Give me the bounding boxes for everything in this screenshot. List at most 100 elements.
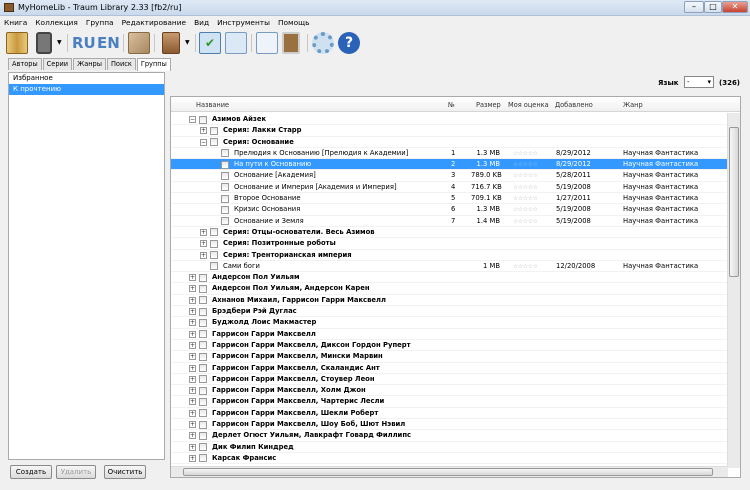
menu-view[interactable]: Вид	[190, 16, 213, 29]
author-row[interactable]: + Брэдбери Рэй Дуглас	[171, 306, 728, 318]
author-row[interactable]: + Гаррисон Гарри Максвелл, Стоувер Леон	[171, 374, 728, 386]
author-row[interactable]: + Гаррисон Гарри Максвелл	[171, 329, 728, 340]
horizontal-scroll-thumb[interactable]	[183, 468, 713, 476]
favorites-dropdown-arrow[interactable]: ▼	[185, 39, 190, 46]
menu-group[interactable]: Группа	[82, 16, 118, 29]
expand-icon[interactable]: +	[189, 375, 196, 383]
column-rating[interactable]: Моя оценка	[508, 101, 549, 109]
book-row[interactable]: Второе Основание 5 709.1 KB ☆☆☆☆☆ 1/27/2011 Н…	[171, 193, 728, 205]
row-checkbox[interactable]	[199, 284, 207, 293]
author-row[interactable]: + Гаррисон Гарри Максвелл, Шекли Роберт	[171, 408, 728, 420]
presentation-icon[interactable]	[282, 32, 300, 54]
row-checkbox[interactable]	[199, 375, 207, 384]
book-row[interactable]: Основание и Империя [Академия и Империя]…	[171, 182, 728, 194]
expand-icon[interactable]: +	[200, 127, 207, 135]
vertical-scroll-thumb[interactable]	[729, 127, 739, 277]
rating-stars-icon[interactable]: ☆☆☆☆☆	[513, 182, 538, 193]
expand-icon[interactable]: +	[189, 319, 196, 327]
row-checkbox[interactable]	[199, 364, 207, 373]
close-button[interactable]: ✕	[722, 1, 748, 13]
author-row[interactable]: + Гаррисон Гарри Максвелл, Чартерис Лесли	[171, 396, 728, 408]
author-row[interactable]: + Гаррисон Гарри Максвелл, Холм Джон	[171, 385, 728, 397]
row-checkbox[interactable]	[210, 239, 218, 248]
favorites-star-icon[interactable]	[162, 32, 180, 54]
author-row[interactable]: + Гаррисон Гарри Максвелл, Скаландис Ант	[171, 363, 728, 374]
expand-icon[interactable]: +	[200, 251, 207, 259]
collapse-icon[interactable]: −	[200, 138, 207, 146]
group-to-read[interactable]: К прочтению	[9, 84, 164, 95]
expand-icon[interactable]: +	[189, 296, 196, 304]
book-row[interactable]: Кризис Основания 6 1.3 MB ☆☆☆☆☆ 5/19/2008 Нау…	[171, 204, 728, 216]
help-icon[interactable]: ?	[338, 32, 360, 54]
menu-help[interactable]: Помощь	[274, 16, 314, 29]
expand-icon[interactable]: +	[189, 409, 196, 417]
tab-series[interactable]: Серии	[42, 58, 73, 70]
delete-group-button[interactable]: Удалить	[56, 465, 96, 479]
menu-tools[interactable]: Инструменты	[213, 16, 274, 29]
book-row[interactable]: Прелюдия к Основанию [Прелюдия к Академи…	[171, 148, 728, 160]
en-button[interactable]: EN	[97, 32, 120, 54]
author-row[interactable]: + Гаррисон Гарри Максвелл, Диксон Гордон …	[171, 340, 728, 352]
expand-icon[interactable]: +	[200, 228, 207, 236]
book-row[interactable]: Сами боги 1 MB ☆☆☆☆☆ 12/20/2008 Научная Фант…	[171, 261, 728, 273]
row-checkbox[interactable]	[199, 273, 207, 282]
rating-stars-icon[interactable]: ☆☆☆☆☆	[513, 261, 538, 272]
author-row[interactable]: + Андерсон Пол Уильям	[171, 272, 728, 284]
column-genre[interactable]: Жанр	[623, 101, 643, 109]
menu-edit[interactable]: Редактирование	[118, 16, 191, 29]
series-row[interactable]: − Серия: Основание	[171, 137, 728, 148]
row-checkbox[interactable]	[199, 307, 207, 316]
layout-icon[interactable]	[225, 32, 247, 54]
copy-books-icon[interactable]	[128, 32, 150, 54]
expand-icon[interactable]: +	[200, 240, 207, 248]
expand-icon[interactable]: +	[189, 398, 196, 406]
settings-gear-icon[interactable]	[312, 32, 334, 54]
tab-genres[interactable]: Жанры	[73, 58, 106, 70]
expand-icon[interactable]: +	[189, 387, 196, 395]
tab-authors[interactable]: Авторы	[8, 58, 42, 70]
expand-icon[interactable]: +	[189, 341, 196, 349]
rating-stars-icon[interactable]: ☆☆☆☆☆	[513, 216, 538, 227]
expand-icon[interactable]: +	[189, 432, 196, 440]
horizontal-scrollbar[interactable]	[171, 466, 728, 477]
rating-stars-icon[interactable]: ☆☆☆☆☆	[513, 170, 538, 181]
row-checkbox[interactable]	[199, 420, 207, 429]
rating-stars-icon[interactable]: ☆☆☆☆☆	[513, 159, 538, 170]
tab-search[interactable]: Поиск	[106, 58, 136, 70]
minimize-button[interactable]: –	[684, 1, 704, 13]
expand-icon[interactable]: +	[189, 308, 196, 316]
author-row[interactable]: − Азимов Айзек	[171, 114, 728, 126]
author-row[interactable]: + Андерсон Пол Уильям, Андерсон Карен	[171, 283, 728, 295]
clear-group-button[interactable]: Очистить	[104, 465, 146, 479]
device-dropdown-arrow[interactable]: ▼	[57, 39, 62, 46]
row-checkbox[interactable]	[199, 431, 207, 440]
author-row[interactable]: + Буджолд Лоис Макмастер	[171, 317, 728, 329]
author-row[interactable]: + Карсак Франсис	[171, 453, 728, 465]
author-row[interactable]: + Гаррисон Гарри Максвелл, Шоу Боб, Шют Н…	[171, 419, 728, 431]
tab-groups[interactable]: Группы	[136, 58, 171, 71]
row-checkbox[interactable]	[221, 194, 229, 203]
group-favorites[interactable]: Избранное	[9, 73, 164, 84]
row-checkbox[interactable]	[210, 262, 218, 271]
series-row[interactable]: + Серия: Лакки Старр	[171, 125, 728, 137]
book-row[interactable]: Основание [Академия] 3 789.0 KB ☆☆☆☆☆ 5/28/2…	[171, 170, 728, 182]
row-checkbox[interactable]	[199, 341, 207, 350]
row-checkbox[interactable]	[199, 352, 207, 361]
expand-icon[interactable]: +	[189, 364, 196, 372]
column-name[interactable]: Название	[196, 101, 229, 109]
read-book-icon[interactable]	[6, 32, 28, 54]
row-checkbox[interactable]	[199, 330, 207, 339]
row-checkbox[interactable]	[221, 149, 229, 158]
row-checkbox[interactable]	[199, 115, 207, 124]
expand-icon[interactable]: +	[189, 421, 196, 429]
row-checkbox[interactable]	[199, 318, 207, 327]
rating-stars-icon[interactable]: ☆☆☆☆☆	[513, 193, 538, 204]
row-checkbox[interactable]	[210, 251, 218, 260]
row-checkbox[interactable]	[199, 386, 207, 395]
column-added[interactable]: Добавлено	[555, 101, 593, 109]
expand-icon[interactable]: +	[189, 353, 196, 361]
author-row[interactable]: + Гаррисон Гарри Максвелл, Мински Марвин	[171, 351, 728, 363]
menu-book[interactable]: Книга	[0, 16, 31, 29]
row-checkbox[interactable]	[199, 409, 207, 418]
expand-icon[interactable]: +	[189, 330, 196, 338]
